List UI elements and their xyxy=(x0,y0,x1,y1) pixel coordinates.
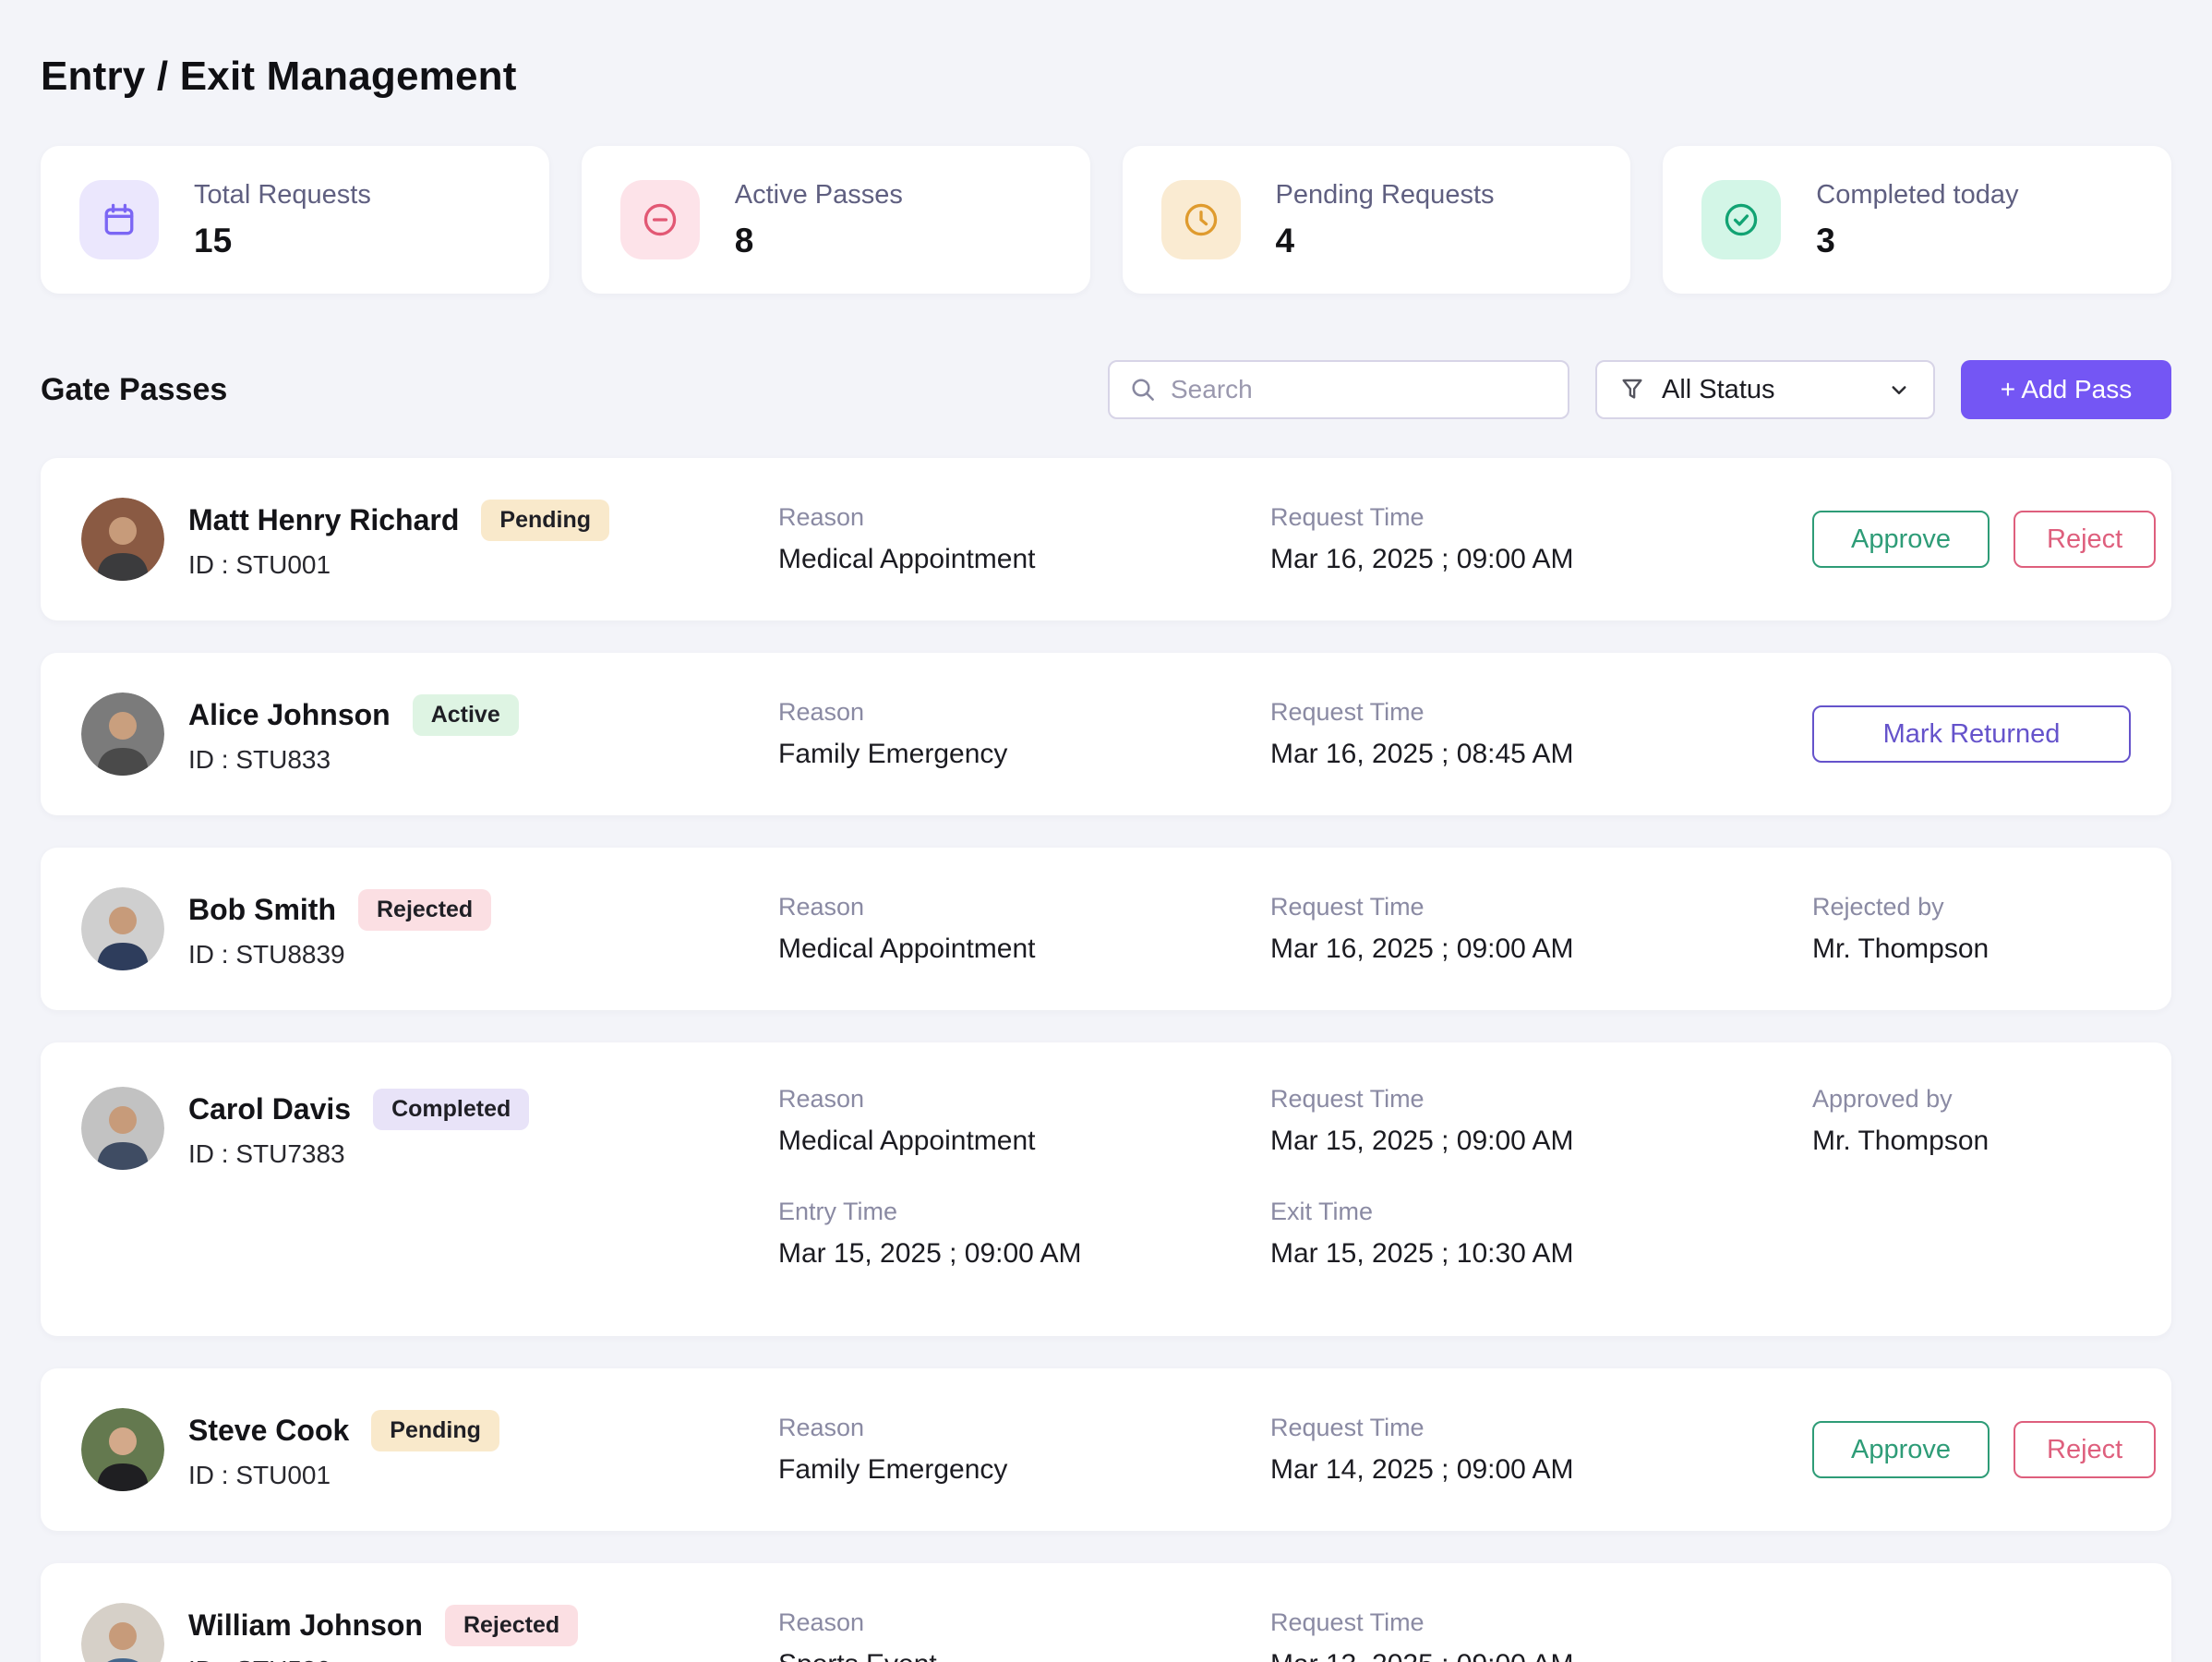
search-box[interactable] xyxy=(1108,360,1569,419)
status-badge: Rejected xyxy=(445,1605,578,1646)
reason-value: Family Emergency xyxy=(778,1454,1270,1486)
request-time-value: Mar 16, 2025 ; 09:00 AM xyxy=(1270,544,1812,575)
check-circle-icon xyxy=(1701,180,1781,259)
chevron-down-icon xyxy=(1885,376,1913,403)
request-time-label: Request Time xyxy=(1270,893,1812,921)
status-filter-dropdown[interactable]: All Status xyxy=(1595,360,1935,419)
status-filter-value: All Status xyxy=(1662,375,1870,405)
stat-card-active-passes: Active Passes 8 xyxy=(582,146,1090,294)
reason-value: Medical Appointment xyxy=(778,933,1270,965)
student-name: Matt Henry Richard xyxy=(188,503,459,537)
status-badge: Pending xyxy=(481,500,609,541)
request-time-label: Request Time xyxy=(1270,1085,1812,1114)
gate-pass-row: Steve Cook Pending ID : STU001 Reason Fa… xyxy=(41,1368,2171,1531)
request-time-label: Request Time xyxy=(1270,1414,1812,1442)
request-time-value: Mar 16, 2025 ; 08:45 AM xyxy=(1270,739,1812,770)
reason-label: Reason xyxy=(778,1085,1270,1114)
reason-value: Family Emergency xyxy=(778,739,1270,770)
gate-pass-row: Carol Davis Completed ID : STU7383 Reaso… xyxy=(41,1042,2171,1336)
add-pass-button[interactable]: + Add Pass xyxy=(1961,360,2171,419)
stat-value: 8 xyxy=(735,222,903,260)
student-name: Steve Cook xyxy=(188,1414,349,1448)
reject-button[interactable]: Reject xyxy=(2014,1421,2156,1478)
avatar xyxy=(81,887,164,970)
stat-value: 3 xyxy=(1816,222,2018,260)
status-badge: Rejected xyxy=(358,889,491,931)
stat-value: 15 xyxy=(194,222,371,260)
status-badge: Pending xyxy=(371,1410,499,1451)
student-name: Alice Johnson xyxy=(188,698,391,732)
funnel-icon xyxy=(1617,375,1647,404)
gate-pass-row: Alice Johnson Active ID : STU833 Reason … xyxy=(41,653,2171,815)
request-time-value: Mar 14, 2025 ; 09:00 AM xyxy=(1270,1454,1812,1486)
request-time-label: Request Time xyxy=(1270,503,1812,532)
student-name: Bob Smith xyxy=(188,893,336,927)
approved-by-label: Approved by xyxy=(1812,1085,2131,1114)
avatar xyxy=(81,1408,164,1491)
rejected-by-label: Rejected by xyxy=(1812,893,2131,921)
approved-by-value: Mr. Thompson xyxy=(1812,1126,2131,1157)
student-id: ID : STU536 xyxy=(188,1656,578,1662)
avatar xyxy=(81,1087,164,1170)
approve-button[interactable]: Approve xyxy=(1812,1421,1990,1478)
avatar xyxy=(81,692,164,776)
student-id: ID : STU001 xyxy=(188,1461,499,1490)
page-title: Entry / Exit Management xyxy=(41,54,2171,100)
student-id: ID : STU8839 xyxy=(188,940,491,970)
request-time-value: Mar 16, 2025 ; 09:00 AM xyxy=(1270,933,1812,965)
reject-button[interactable]: Reject xyxy=(2014,511,2156,568)
status-badge: Active xyxy=(413,694,519,736)
reason-value: Medical Appointment xyxy=(778,1126,1270,1157)
gate-pass-row: Bob Smith Rejected ID : STU8839 Reason M… xyxy=(41,848,2171,1010)
stat-value: 4 xyxy=(1276,222,1495,260)
stat-label: Active Passes xyxy=(735,180,903,211)
request-time-value: Mar 13, 2025 ; 09:00 AM xyxy=(1270,1649,1812,1662)
student-id: ID : STU833 xyxy=(188,745,519,775)
student-id: ID : STU001 xyxy=(188,550,609,580)
stat-label: Pending Requests xyxy=(1276,180,1495,211)
reason-label: Reason xyxy=(778,893,1270,921)
stat-card-completed-today: Completed today 3 xyxy=(1663,146,2171,294)
stat-label: Completed today xyxy=(1816,180,2018,211)
student-name: Carol Davis xyxy=(188,1092,351,1126)
reason-label: Reason xyxy=(778,1414,1270,1442)
entry-time-value: Mar 15, 2025 ; 09:00 AM xyxy=(778,1238,1270,1270)
section-heading-gate-passes: Gate Passes xyxy=(41,372,227,408)
gate-pass-row: Matt Henry Richard Pending ID : STU001 R… xyxy=(41,458,2171,620)
gate-pass-list: Matt Henry Richard Pending ID : STU001 R… xyxy=(41,458,2171,1662)
request-time-label: Request Time xyxy=(1270,698,1812,727)
clock-icon xyxy=(1161,180,1241,259)
reason-value: Sports Event xyxy=(778,1649,1270,1662)
student-id: ID : STU7383 xyxy=(188,1139,529,1169)
request-time-label: Request Time xyxy=(1270,1608,1812,1637)
stat-label: Total Requests xyxy=(194,180,371,211)
reason-value: Medical Appointment xyxy=(778,544,1270,575)
stat-card-total-requests: Total Requests 15 xyxy=(41,146,549,294)
search-input[interactable] xyxy=(1171,375,1549,404)
request-time-value: Mar 15, 2025 ; 09:00 AM xyxy=(1270,1126,1812,1157)
mark-returned-button[interactable]: Mark Returned xyxy=(1812,705,2131,763)
status-badge: Completed xyxy=(373,1089,529,1130)
avatar xyxy=(81,498,164,581)
approve-button[interactable]: Approve xyxy=(1812,511,1990,568)
entry-time-label: Entry Time xyxy=(778,1198,1270,1226)
calendar-icon xyxy=(79,180,159,259)
gate-pass-row: William Johnson Rejected ID : STU536 Rea… xyxy=(41,1563,2171,1662)
exit-time-value: Mar 15, 2025 ; 10:30 AM xyxy=(1270,1238,1812,1270)
stat-card-pending-requests: Pending Requests 4 xyxy=(1123,146,1631,294)
stats-row: Total Requests 15 Active Passes 8 xyxy=(41,146,2171,294)
reason-label: Reason xyxy=(778,698,1270,727)
rejected-by-value: Mr. Thompson xyxy=(1812,933,2131,965)
reason-label: Reason xyxy=(778,1608,1270,1637)
avatar xyxy=(81,1603,164,1662)
reason-label: Reason xyxy=(778,503,1270,532)
minus-circle-icon xyxy=(620,180,700,259)
student-name: William Johnson xyxy=(188,1608,423,1643)
search-icon xyxy=(1128,375,1158,404)
exit-time-label: Exit Time xyxy=(1270,1198,1812,1226)
